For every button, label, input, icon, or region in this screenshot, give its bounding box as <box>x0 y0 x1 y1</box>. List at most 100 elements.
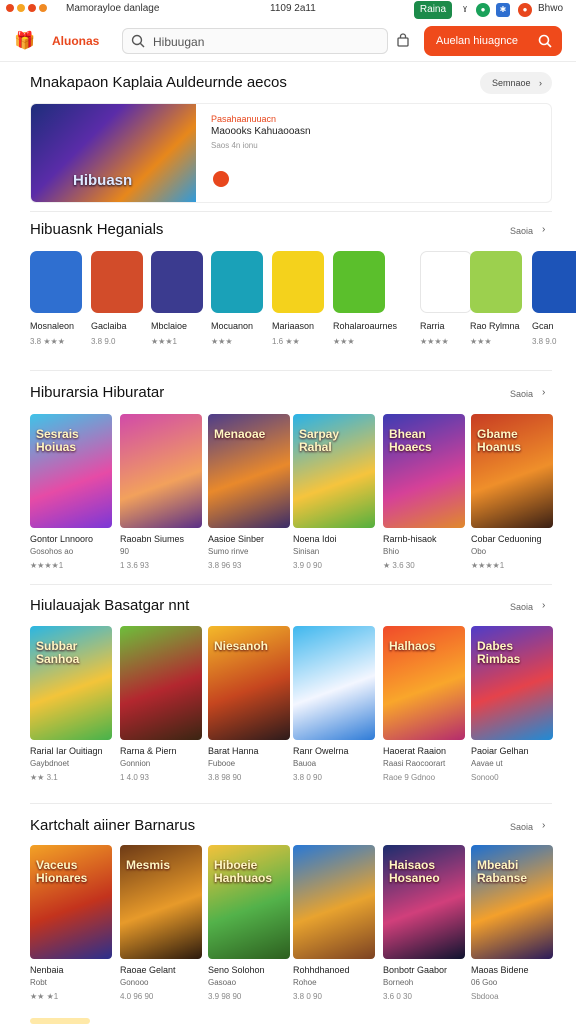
chat-icon[interactable]: ● <box>476 3 490 17</box>
chevron-right-icon[interactable]: › <box>542 387 545 398</box>
bag-icon[interactable] <box>396 33 410 47</box>
game-card-image[interactable]: Halhaos <box>383 626 465 740</box>
user-label: Bhwo <box>538 3 564 14</box>
game-card-image[interactable]: Mbeabi Rabanse <box>471 845 553 959</box>
app-name: Rohalaroaurnes <box>333 321 398 331</box>
gift-icon[interactable]: 🎁 <box>14 32 35 50</box>
game-subtitle: Fubooe <box>208 759 236 768</box>
profile-icon[interactable]: ● <box>518 3 532 17</box>
featured-heading: Maoooks Kahuaooasn <box>211 126 311 137</box>
game-name[interactable]: Haoerat Raaion <box>383 746 446 756</box>
app-icon-tile[interactable] <box>272 251 324 313</box>
chevron-right-icon[interactable]: › <box>542 224 545 235</box>
browser-top-strip: Mamorayloe danlage 1109 2a11 Raina ˠ ● ✱… <box>0 0 576 22</box>
app-icon-tile[interactable] <box>91 251 143 313</box>
game-card-image[interactable]: Sarpay Rahal <box>293 414 375 528</box>
game-rating: Raoe 9 Gdnoo <box>383 773 436 782</box>
game-rating: ★ 3.6 30 <box>383 561 415 570</box>
game-card-image[interactable] <box>120 626 202 740</box>
game-name[interactable]: Seno Solohon <box>208 965 265 975</box>
game-card-image[interactable] <box>293 845 375 959</box>
search-icon <box>538 34 552 48</box>
window-dot-icon[interactable] <box>39 4 47 12</box>
game-subtitle: Gonnion <box>120 759 151 768</box>
primary-cta-button[interactable]: Auelan hiuagnce <box>424 26 562 56</box>
game-art-title: Haisaos Hosaneo <box>389 858 440 885</box>
game-rating: Sbdooa <box>471 992 499 1001</box>
game-subtitle: Gaybdnoet <box>30 759 70 768</box>
game-card-image[interactable]: Subbar Sanhoa <box>30 626 112 740</box>
game-card-image[interactable]: Gbame Hoanus <box>471 414 553 528</box>
game-card-image[interactable]: Mesmis <box>120 845 202 959</box>
see-all-link[interactable]: Saoia <box>510 226 533 236</box>
app-icon[interactable]: ✱ <box>496 3 510 17</box>
game-rating: 1 4.0 93 <box>120 773 149 782</box>
game-card-image[interactable] <box>120 414 202 528</box>
game-subtitle: Aavae ut <box>471 759 503 768</box>
game-name[interactable]: Raoae Gelant <box>120 965 176 975</box>
game-card-image[interactable]: Bhean Hoaecs <box>383 414 465 528</box>
game-name[interactable]: Rarna & Piern <box>120 746 177 756</box>
chevron-right-icon[interactable]: › <box>542 820 545 831</box>
game-name[interactable]: Rarnb-hisaok <box>383 534 437 544</box>
game-name[interactable]: Nenbaia <box>30 965 64 975</box>
see-all-link[interactable]: Saoia <box>510 602 533 612</box>
game-card-image[interactable]: Niesanoh <box>208 626 290 740</box>
game-card-image[interactable]: Menaoae <box>208 414 290 528</box>
signal-icon[interactable]: ˠ <box>458 3 472 17</box>
app-rating: 3.8 9.0 <box>532 337 557 346</box>
game-art-title: Sesrais Hoiuas <box>36 427 79 454</box>
see-all-button[interactable]: Semnaoe › <box>480 72 552 94</box>
app-rating: 3.8 ★★★ <box>30 337 65 346</box>
game-name[interactable]: Cobar Ceduoning <box>471 534 542 544</box>
featured-card[interactable]: Hibuasn Pasahaanuuacn Maoooks Kahuaooasn… <box>30 103 552 203</box>
search-input[interactable]: Hibuugan <box>122 28 388 54</box>
game-rating: 4.0 96 90 <box>120 992 154 1001</box>
game-name[interactable]: Raoabn Siumes <box>120 534 184 544</box>
game-name[interactable]: Gontor Lnnooro <box>30 534 93 544</box>
app-icon-tile[interactable] <box>30 251 82 313</box>
divider <box>30 584 552 585</box>
app-rating: 3.8 9.0 <box>91 337 116 346</box>
app-icon-tile[interactable] <box>333 251 385 313</box>
game-name[interactable]: Noena Idoi <box>293 534 337 544</box>
brand-logo[interactable]: Aluonas <box>52 34 99 48</box>
app-icon-tile[interactable] <box>211 251 263 313</box>
game-rating: ★★★★1 <box>471 561 505 570</box>
game-card-image[interactable]: Dabes Rimbas <box>471 626 553 740</box>
status-badge[interactable]: Raina <box>414 1 452 19</box>
game-card-image[interactable]: Hiboeie Hanhuaos <box>208 845 290 959</box>
app-icon-tile[interactable] <box>420 251 472 313</box>
game-name[interactable]: Bonbotr Gaabor <box>383 965 447 975</box>
see-all-link[interactable]: Saoia <box>510 389 533 399</box>
game-name[interactable]: Maoas Bidene <box>471 965 529 975</box>
featured-image[interactable]: Hibuasn <box>31 104 196 202</box>
app-icon-tile[interactable] <box>532 251 576 313</box>
game-name[interactable]: Rohhdhanoed <box>293 965 350 975</box>
app-name: Mosnaleon <box>30 321 75 331</box>
game-name[interactable]: Paoiar Gelhan <box>471 746 529 756</box>
game-card-image[interactable]: Vaceus Hionares <box>30 845 112 959</box>
divider <box>30 803 552 804</box>
see-all-link[interactable]: Saoia <box>510 822 533 832</box>
game-name[interactable]: Rarial Iar Ouitiagn <box>30 746 103 756</box>
game-name[interactable]: Aasioe Sinber <box>208 534 264 544</box>
game-name[interactable]: Barat Hanna <box>208 746 259 756</box>
app-icon-tile[interactable] <box>470 251 522 313</box>
game-name[interactable]: Ranr Owelrna <box>293 746 349 756</box>
game-card-image[interactable] <box>293 626 375 740</box>
app-rating: ★★★ <box>470 337 492 346</box>
game-subtitle: Gonooo <box>120 978 149 987</box>
chevron-right-icon[interactable]: › <box>542 600 545 611</box>
play-icon[interactable] <box>213 171 229 187</box>
section-title: Kartchalt aiiner Barnarus <box>30 817 196 834</box>
window-dot-icon[interactable] <box>6 4 14 12</box>
window-dot-icon[interactable] <box>28 4 36 12</box>
game-card-image[interactable]: Haisaos Hosaneo <box>383 845 465 959</box>
app-icon-tile[interactable] <box>151 251 203 313</box>
app-name: Mocuanon <box>211 321 254 331</box>
app-name: Mbclaioe <box>151 321 188 331</box>
chevron-right-icon: › <box>539 78 542 88</box>
window-dot-icon[interactable] <box>17 4 25 12</box>
game-card-image[interactable]: Sesrais Hoiuas <box>30 414 112 528</box>
